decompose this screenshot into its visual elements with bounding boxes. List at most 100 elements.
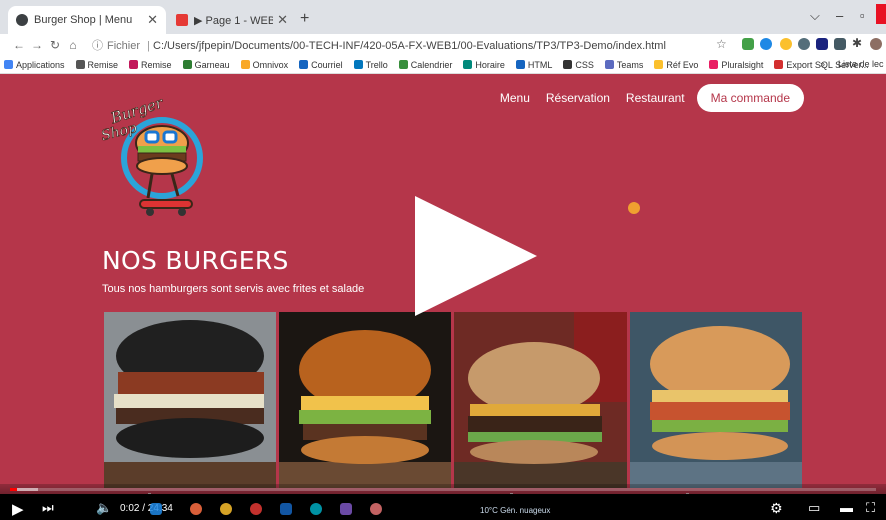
bookmark-label: HTML [527, 59, 553, 70]
taskbar-app-icon[interactable] [150, 503, 162, 515]
progress-bar[interactable] [10, 488, 876, 491]
burger-image-classic[interactable] [454, 312, 627, 488]
extension-icon[interactable] [816, 38, 828, 50]
edge-icon[interactable] [310, 503, 322, 515]
bookmark-icon [563, 60, 573, 69]
theater-icon[interactable]: ▬ [840, 500, 853, 515]
burger-image-brioche[interactable] [279, 312, 451, 488]
burger-shop-logo: Burger Shop [99, 88, 220, 228]
nav-reservation[interactable]: Réservation [546, 91, 610, 105]
main-nav: Menu Réservation Restaurant Ma commande [484, 84, 804, 112]
bookmark-icon [353, 60, 363, 69]
bookmark-icon [654, 60, 664, 69]
extension-icon[interactable] [760, 38, 772, 50]
firefox-icon[interactable] [190, 503, 202, 515]
bookmark-item[interactable]: Trello [353, 60, 388, 70]
bookmark-icon [240, 60, 250, 69]
tab-label: Burger Shop | Menu [34, 14, 133, 26]
page-title: NOS BURGERS [102, 246, 289, 275]
nav-menu[interactable]: Menu [500, 91, 530, 105]
reading-list[interactable]: Liste de lec [838, 59, 884, 69]
bookmark-item[interactable]: Garneau [182, 59, 230, 70]
cursor-highlight [628, 202, 640, 214]
bookmark-label: Pluralsight [721, 59, 764, 70]
page-subtitle: Tous nos hamburgers sont servis avec fri… [102, 283, 365, 295]
bookmark-label: Calendrier [410, 59, 453, 70]
bookmark-item[interactable]: Horaire [463, 60, 505, 70]
volume-icon[interactable]: 🔈 [96, 500, 112, 516]
bookmark-icon [4, 60, 13, 69]
bookmark-label: Réf Evo [666, 59, 699, 70]
bookmark-label: CSS [575, 59, 594, 70]
taskbar-app-icon[interactable] [280, 503, 292, 515]
extension-icon[interactable] [742, 38, 754, 50]
bookmark-label: Remise [141, 59, 172, 70]
chrome-icon[interactable] [220, 503, 232, 515]
opera-icon[interactable] [250, 503, 262, 515]
nav-restaurant[interactable]: Restaurant [626, 91, 685, 105]
close-window-icon[interactable] [876, 4, 886, 24]
maximize-icon[interactable]: ▫ [860, 8, 865, 23]
taskbar-app-icon[interactable] [340, 503, 352, 515]
video-time: 0:02 / 24:34 [120, 503, 173, 514]
bookmark-icon [398, 60, 408, 69]
avatar[interactable] [870, 38, 882, 50]
tab-page-1[interactable]: ▶ Page 1 - WEB-TP3-A20 ✕ [168, 6, 296, 34]
url-text: C:/Users/jfpepin/Documents/00-TECH-INF/4… [153, 40, 666, 52]
fullscreen-icon[interactable]: ⛶ [866, 500, 875, 516]
burger-image-black-bun[interactable] [104, 312, 276, 488]
bookmark-label: Applications [16, 59, 65, 70]
bookmark-icon [463, 60, 473, 69]
tab-burger-shop[interactable]: Burger Shop | Menu ✕ [8, 6, 166, 34]
taskbar-app-icon[interactable] [370, 503, 382, 515]
bookmark-icon [774, 60, 784, 69]
bookmark-label: Omnivox [252, 59, 289, 70]
bookmark-icon [299, 60, 309, 69]
new-tab-icon[interactable]: + [300, 10, 309, 28]
bookmark-label: Teams [616, 59, 644, 70]
home-icon[interactable]: ⌂ [64, 38, 82, 52]
svg-text:Shop: Shop [100, 120, 138, 144]
back-icon[interactable]: ← [10, 38, 28, 52]
my-order-button[interactable]: Ma commande [696, 84, 804, 112]
next-icon[interactable]: ⏭ [42, 500, 54, 516]
bookmark-item[interactable]: Calendrier [398, 59, 453, 70]
info-icon: ⓘ [92, 40, 103, 52]
slides-icon [176, 14, 188, 26]
close-icon[interactable]: ✕ [277, 12, 288, 28]
bookmark-label: Horaire [475, 59, 505, 70]
bookmarks-overflow[interactable]: » [820, 59, 825, 69]
bookmark-item[interactable]: Remise [75, 60, 118, 70]
chevron-down-icon[interactable]: ⌵ [810, 8, 820, 24]
bookmark-item[interactable]: Teams [604, 59, 644, 70]
star-icon[interactable]: ☆ [716, 37, 727, 51]
bookmark-item[interactable]: Courriel [299, 60, 343, 70]
reload-icon[interactable]: ↻ [46, 38, 64, 52]
forward-icon[interactable]: → [28, 38, 46, 52]
minimize-icon[interactable]: – [836, 8, 843, 23]
bookmarks-bar: Applications Remise Remise Garneau Omnivox Co… [0, 56, 886, 74]
miniplayer-icon[interactable]: ▭ [808, 500, 820, 516]
bookmark-item[interactable]: Pluralsight [709, 60, 763, 70]
play-icon[interactable]: ▶ [12, 500, 24, 518]
gear-icon[interactable]: ⚙ [770, 500, 783, 517]
extension-icon[interactable] [798, 38, 810, 50]
extension-icon[interactable] [780, 38, 792, 50]
puzzle-icon[interactable]: ✱ [852, 36, 862, 50]
play-button[interactable] [405, 196, 545, 321]
bookmark-item[interactable]: Remise [129, 60, 172, 70]
bookmark-item[interactable]: HTML [515, 59, 553, 70]
bookmark-label: Garneau [194, 59, 230, 70]
extension-icon[interactable] [834, 38, 846, 50]
bookmark-item[interactable]: Omnivox [240, 59, 289, 70]
bookmark-item[interactable]: CSS [563, 60, 594, 70]
bookmark-item[interactable]: Réf Evo [654, 60, 698, 70]
bookmark-icon [604, 60, 614, 69]
bookmark-icon [515, 60, 525, 69]
url-field[interactable]: ⓘ Fichier | C:/Users/jfpepin/Documents/00… [92, 37, 666, 53]
tab-label: ▶ Page 1 - WEB-TP3-A20 [194, 14, 274, 27]
progress-played [10, 488, 17, 491]
burger-image-gourmet[interactable] [630, 312, 802, 488]
close-icon[interactable]: ✕ [147, 12, 158, 28]
bookmark-item[interactable]: Applications [4, 60, 65, 70]
